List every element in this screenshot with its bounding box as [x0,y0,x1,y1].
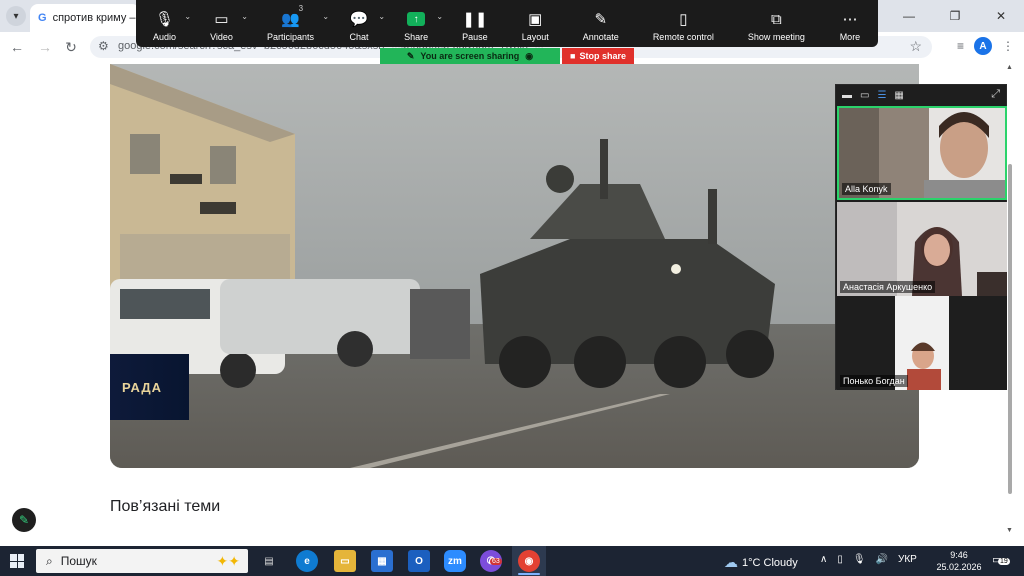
participant-name: Понько Богдан [840,375,908,387]
chevron-down-icon[interactable]: ⌄ [378,12,385,21]
pencil-icon: ✎ [594,11,608,28]
viber-badge: 63 [490,558,502,565]
single-view-icon[interactable]: ▭ [860,90,869,101]
active-indicator [518,573,540,575]
zoom-icon[interactable]: zm [444,550,466,572]
panel-header: ▬ ▭ ☰ ▦ ⤢ [836,85,1006,105]
share-screen-icon: ↑ [407,12,426,26]
tv-channel-logo: РАДА [110,354,189,420]
close-window-button[interactable]: ✕ [978,0,1024,32]
shield-icon: ◉ [525,50,534,61]
copilot-sparkle-icon: ✦✦ [216,552,240,569]
show-meeting-button[interactable]: ⧉ Show meeting [731,0,822,47]
google-icon: G [38,12,47,24]
chat-icon: 💬 [349,11,369,28]
more-icon: ⋯ [842,11,858,28]
site-settings-icon[interactable]: ⚙ [98,39,109,53]
notification-count: 19 [998,558,1010,565]
scroll-up-icon[interactable]: ▲ [1006,64,1013,71]
minimize-button[interactable]: — [886,0,932,32]
bookmark-star-icon[interactable]: ☆ [909,38,922,55]
edge-icon[interactable]: e [296,550,318,572]
participant-tile[interactable]: Понько Богдан [837,296,1007,390]
chevron-up-icon[interactable]: ∧ [820,554,827,565]
chevron-down-icon[interactable]: ⌄ [184,12,191,21]
participant-name: Alla Konyk [842,183,891,195]
tab-search-button[interactable]: ▾ [6,6,26,26]
more-button[interactable]: ⋯ More [822,0,878,47]
window-icon: ⧉ [771,10,782,28]
video-frame[interactable] [110,64,919,468]
strip-view-icon[interactable]: ☰ [877,90,886,101]
participant-name: Анастасія Аркушенко [840,281,936,293]
layout-icon: ▣ [528,11,543,28]
chrome-icon[interactable]: ◉ [518,550,540,572]
remote-control-button[interactable]: ▯ Remote control [636,0,731,47]
profile-avatar[interactable]: A [974,37,992,55]
taskbar-search[interactable]: ⌕ Пошук ✦✦ [36,549,248,573]
chevron-down-icon[interactable]: ⌄ [322,12,329,21]
chat-button[interactable]: 💬 Chat ⌄ [331,0,387,47]
tab-title: спротив криму – По [52,12,140,24]
layout-button[interactable]: ▣ Layout [505,0,566,47]
microphone-icon: 🎙 [155,11,175,28]
video-camera-icon: ▭ [214,11,229,28]
screen-sharing-indicator[interactable]: ✎ You are screen sharing ◉ [380,48,560,64]
store-icon[interactable]: ▦ [371,550,393,572]
scroll-down-icon[interactable]: ▼ [1006,527,1013,534]
participant-tile[interactable]: Alla Konyk [837,106,1007,200]
participant-count: 3 [298,4,304,13]
expand-icon[interactable]: ⤢ [991,88,1000,101]
windows-start-icon[interactable] [10,554,24,568]
pencil-icon: ✎ [406,50,415,61]
date: 25.02.2026 [936,562,982,572]
media-icon[interactable]: ≡ [957,39,964,53]
device-icon[interactable]: ▯ [837,554,843,565]
scrollbar-thumb[interactable] [1008,164,1012,494]
system-tray: ∧ ▯ 🎙 🔊 УКР [820,554,917,565]
restore-button[interactable]: ❐ [932,0,978,32]
clock[interactable]: 9:46 25.02.2026 [934,549,984,573]
pause-icon: ❚❚ [462,11,488,28]
participant-video-panel: ▬ ▭ ☰ ▦ ⤢ Alla Konyk Анастасія Аркушенко [835,84,1007,390]
audio-button[interactable]: 🎙 Audio ⌄ [136,0,193,47]
share-button[interactable]: ↑ Share ⌄ [387,0,445,47]
annotate-button[interactable]: ✎ Annotate [566,0,636,47]
participants-button[interactable]: 👥 3 Participants ⌄ [250,0,331,47]
time: 9:46 [950,550,968,560]
browser-tab[interactable]: G спротив криму – По [30,4,140,32]
cloud-icon: ☁ [724,554,738,570]
volume-icon[interactable]: 🔊 [876,554,888,565]
weather-widget[interactable]: ☁ 1°C Cloudy [724,554,798,571]
language-indicator[interactable]: УКР [898,554,917,565]
stop-icon: ■ [570,51,576,61]
task-view-icon[interactable]: ▤ [258,550,280,572]
zoom-toolbar: 🎙 Audio ⌄ ▭ Video ⌄ 👥 3 Participants ⌄ 💬… [136,0,878,47]
taskbar: ⌕ Пошук ✦✦ ▤ e ▭ ▦ O zm ✆ 63 ◉ ☁ 1°C Clo… [0,546,1024,576]
mouse-icon: ▯ [679,11,688,28]
reload-button[interactable]: ↻ [62,38,80,56]
forward-button[interactable]: → [36,38,54,56]
pause-button[interactable]: ❚❚ Pause [445,0,505,47]
notification-icon[interactable]: ▭19 [992,553,1010,566]
search-icon: ⌕ [46,553,53,568]
chevron-down-icon[interactable]: ⌄ [241,12,248,21]
minimize-panel-icon[interactable]: ▬ [842,90,852,101]
file-explorer-icon[interactable]: ▭ [334,550,356,572]
back-button[interactable]: ← [8,38,26,56]
related-topics-heading: Пов’язані теми [110,498,221,515]
armored-vehicle-scene [110,64,919,468]
outlook-icon[interactable]: O [408,550,430,572]
scrollbar[interactable]: ▲ ▼ [1006,64,1014,534]
edit-button[interactable]: ✎ [12,508,36,532]
microphone-icon[interactable]: 🎙 [853,554,866,565]
video-button[interactable]: ▭ Video ⌄ [193,0,250,47]
stop-share-button[interactable]: ■ Stop share [562,48,634,64]
menu-icon[interactable]: ⋮ [1002,39,1014,53]
participant-tile[interactable]: Анастасія Аркушенко [837,202,1007,296]
chevron-down-icon[interactable]: ⌄ [436,12,443,21]
gallery-view-icon[interactable]: ▦ [894,90,903,101]
